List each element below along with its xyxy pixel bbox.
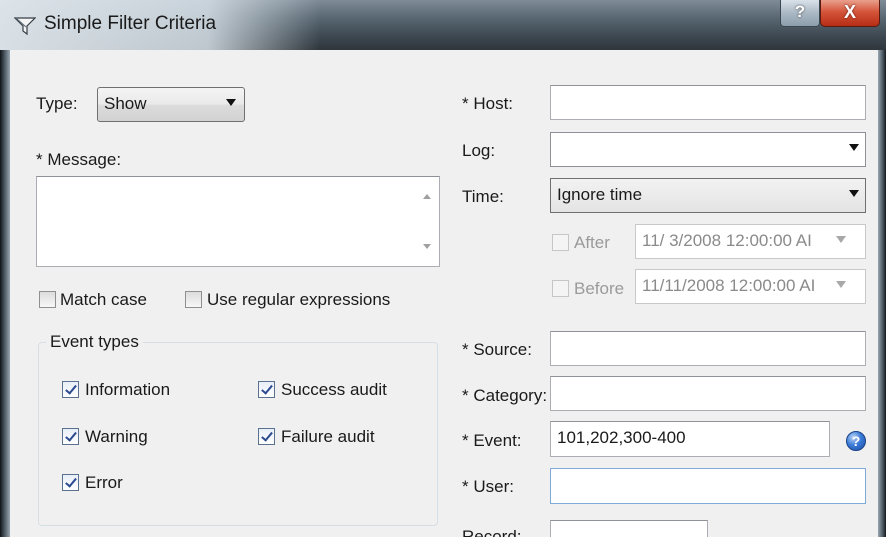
chevron-down-icon <box>226 99 236 106</box>
success-audit-label[interactable]: Success audit <box>281 380 387 400</box>
failure-audit-label[interactable]: Failure audit <box>281 427 375 447</box>
match-case-checkbox[interactable] <box>39 291 56 308</box>
after-label[interactable]: After <box>574 233 610 253</box>
category-input[interactable] <box>550 376 866 411</box>
chevron-down-icon <box>836 236 846 243</box>
chevron-down-icon <box>849 144 859 151</box>
before-label[interactable]: Before <box>574 279 624 299</box>
before-checkbox[interactable] <box>552 280 569 297</box>
event-types-title: Event types <box>46 332 143 352</box>
time-label: Time: <box>462 187 504 206</box>
information-checkbox[interactable] <box>62 381 79 398</box>
use-regex-label[interactable]: Use regular expressions <box>207 290 390 310</box>
warning-label[interactable]: Warning <box>85 427 148 447</box>
event-value: 101,202,300-400 <box>557 428 686 447</box>
window-frame-left <box>0 50 10 537</box>
title-bar[interactable]: Simple Filter Criteria ? X <box>0 0 886 50</box>
use-regex-checkbox[interactable] <box>185 291 202 308</box>
after-checkbox[interactable] <box>552 234 569 251</box>
filter-icon <box>14 17 36 36</box>
success-audit-checkbox[interactable] <box>258 381 275 398</box>
warning-checkbox[interactable] <box>62 428 79 445</box>
user-input[interactable] <box>550 468 866 504</box>
before-datetime-value: 11/11/2008 12:00:00 AI <box>642 276 816 295</box>
close-button[interactable]: X <box>820 0 880 27</box>
log-label: Log: <box>462 141 496 160</box>
match-case-label[interactable]: Match case <box>60 290 147 310</box>
source-label: * Source: <box>462 340 532 359</box>
time-dropdown[interactable]: Ignore time <box>550 178 866 213</box>
host-label: * Host: <box>462 94 514 113</box>
event-label: * Event: <box>462 431 522 450</box>
help-button[interactable]: ? <box>780 0 820 27</box>
type-dropdown[interactable]: Show <box>97 87 245 122</box>
type-dropdown-value: Show <box>104 94 147 113</box>
window-title: Simple Filter Criteria <box>44 13 217 34</box>
log-dropdown[interactable] <box>550 132 866 167</box>
window-frame-right <box>878 50 886 537</box>
after-datetime-value: 11/ 3/2008 12:00:00 AI <box>642 231 812 250</box>
type-label: Type: <box>36 94 78 113</box>
error-checkbox[interactable] <box>62 474 79 491</box>
message-label: * Message: <box>36 150 122 169</box>
record-label: Record: <box>462 527 522 537</box>
before-datetime-picker[interactable]: 11/11/2008 12:00:00 AI <box>635 269 866 304</box>
time-dropdown-value: Ignore time <box>557 185 643 204</box>
error-label[interactable]: Error <box>85 473 123 493</box>
message-textarea[interactable] <box>36 176 440 267</box>
scroll-up-arrow-icon[interactable] <box>423 194 431 199</box>
host-input[interactable] <box>550 85 866 120</box>
dialog-body: Type: Show * Message: Match case Use reg… <box>10 50 878 537</box>
after-datetime-picker[interactable]: 11/ 3/2008 12:00:00 AI <box>635 224 866 259</box>
user-label: * User: <box>462 477 514 496</box>
chevron-down-icon <box>849 190 859 197</box>
category-label: * Category: <box>462 386 548 405</box>
information-label[interactable]: Information <box>85 380 170 400</box>
event-help-icon[interactable]: ? <box>846 431 866 451</box>
simple-filter-criteria-dialog: Simple Filter Criteria ? X Type: Show * … <box>0 0 886 537</box>
event-input[interactable]: 101,202,300-400 <box>550 421 830 457</box>
record-input[interactable] <box>550 520 708 537</box>
scroll-down-arrow-icon[interactable] <box>423 244 431 249</box>
chevron-down-icon <box>836 281 846 288</box>
failure-audit-checkbox[interactable] <box>258 428 275 445</box>
source-input[interactable] <box>550 331 866 366</box>
